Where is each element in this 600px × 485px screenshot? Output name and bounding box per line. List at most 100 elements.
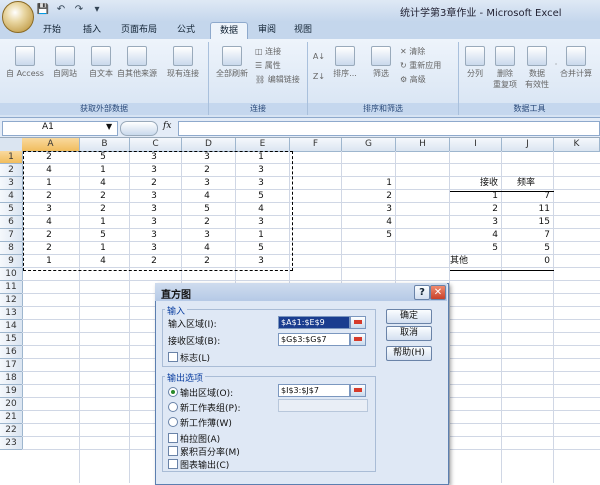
row-header-10[interactable]: 10 [0,268,23,281]
output-range-radio[interactable] [168,387,178,397]
tab-review[interactable]: 审阅 [252,22,282,39]
formula-bar-toggle[interactable] [120,121,158,136]
properties-button[interactable]: ☰ 属性 [255,60,305,71]
sort-desc-icon[interactable]: Z↓ [312,72,326,81]
from-web-button[interactable]: 自网站 [47,46,83,79]
new-worksheet-field[interactable] [278,399,368,412]
column-header-j[interactable]: J [502,138,554,152]
edit-links-button[interactable]: ⛓ 编辑链接 [255,74,305,85]
row-header-4[interactable]: 4 [0,190,23,203]
row-header-3[interactable]: 3 [0,177,23,190]
row-header-17[interactable]: 17 [0,359,23,372]
new-workbook-radio[interactable] [168,417,178,427]
output-header-frequency[interactable]: 频率 [502,177,553,190]
text-to-columns-button[interactable]: 分列 [462,46,488,79]
row-header-7[interactable]: 7 [0,229,23,242]
connections-button[interactable]: ◫ 连接 [255,46,305,57]
bin-range-collapse-button[interactable] [350,333,366,346]
column-header-b[interactable]: B [80,138,130,152]
row-header-13[interactable]: 13 [0,307,23,320]
row-header-22[interactable]: 22 [0,424,23,437]
office-button[interactable] [2,1,34,33]
input-range-collapse-button[interactable] [350,316,366,329]
input-range-field[interactable]: $A$1:$E$9 [278,316,350,329]
save-icon[interactable]: 💾 [36,3,50,17]
output-bin-cell[interactable]: 2 [450,203,501,216]
pareto-checkbox[interactable] [168,433,178,443]
bin-cell[interactable]: 1 [342,177,395,190]
output-header-bin[interactable]: 接收 [450,177,501,190]
output-frequency-cell[interactable]: 15 [502,216,553,229]
row-header-11[interactable]: 11 [0,281,23,294]
data-validation-button[interactable]: 数据 有效性 [522,46,552,90]
output-frequency-cell[interactable]: 5 [502,242,553,255]
undo-icon[interactable]: ↶ [54,3,68,17]
sort-asc-icon[interactable]: A↓ [312,52,326,61]
redo-icon[interactable]: ↷ [72,3,86,17]
output-bin-cell[interactable]: 3 [450,216,501,229]
clear-filter-button[interactable]: ✕ 清除 [400,46,455,57]
column-header-e[interactable]: E [236,138,290,152]
row-header-14[interactable]: 14 [0,320,23,333]
column-header-k[interactable]: K [554,138,600,152]
column-header-f[interactable]: F [290,138,342,152]
labels-checkbox[interactable] [168,352,178,362]
output-bin-cell[interactable]: 5 [450,242,501,255]
help-button[interactable]: 帮助(H) [386,346,432,361]
select-all-corner[interactable] [0,138,23,152]
tab-formulas[interactable]: 公式 [168,22,204,39]
reapply-button[interactable]: ↻ 重新应用 [400,60,455,71]
from-other-button[interactable]: 自其他来源 [114,46,160,79]
dialog-help-icon[interactable]: ? [414,285,430,300]
ok-button[interactable]: 确定 [386,309,432,324]
tab-insert[interactable]: 插入 [74,22,110,39]
cumulative-percent-checkbox[interactable] [168,446,178,456]
row-header-8[interactable]: 8 [0,242,23,255]
name-box[interactable] [2,121,118,136]
consolidate-button[interactable]: 合并计算 [556,46,596,79]
bin-range-field[interactable]: $G$3:$G$7 [278,333,350,346]
output-range-field[interactable]: $I$3:$J$7 [278,384,350,397]
insert-function-icon[interactable]: fx [163,121,171,131]
new-worksheet-radio[interactable] [168,402,178,412]
column-header-a[interactable]: A [22,138,80,152]
output-frequency-cell[interactable]: 11 [502,203,553,216]
row-header-2[interactable]: 2 [0,164,23,177]
bin-cell[interactable]: 5 [342,229,395,242]
bin-cell[interactable]: 3 [342,203,395,216]
column-header-g[interactable]: G [342,138,396,152]
row-header-12[interactable]: 12 [0,294,23,307]
qat-more-icon[interactable]: ▾ [90,3,104,17]
column-header-i[interactable]: I [450,138,502,152]
output-bin-cell[interactable]: 其他 [450,255,501,268]
output-bin-cell[interactable]: 4 [450,229,501,242]
row-header-15[interactable]: 15 [0,333,23,346]
filter-button[interactable]: 筛选 [366,46,396,79]
advanced-filter-button[interactable]: ⚙ 高级 [400,74,455,85]
tab-page-layout[interactable]: 页面布局 [114,22,164,39]
tab-home[interactable]: 开始 [34,22,70,39]
bin-cell[interactable]: 4 [342,216,395,229]
remove-duplicates-button[interactable]: 删除 重复项 [490,46,520,90]
sort-button[interactable]: 排序... [330,46,360,79]
output-frequency-cell[interactable]: 0 [502,255,553,268]
dialog-close-icon[interactable]: ✕ [430,285,446,300]
row-header-1[interactable]: 1 [0,151,23,164]
row-header-18[interactable]: 18 [0,372,23,385]
column-header-c[interactable]: C [130,138,182,152]
column-header-h[interactable]: H [396,138,450,152]
name-box-dropdown-icon[interactable]: ▼ [106,122,112,131]
chart-output-checkbox[interactable] [168,459,178,469]
row-header-23[interactable]: 23 [0,437,23,450]
tab-view[interactable]: 视图 [288,22,318,39]
row-header-5[interactable]: 5 [0,203,23,216]
dialog-title-bar[interactable] [155,283,447,301]
from-access-button[interactable]: 自 Access [5,46,45,79]
refresh-all-button[interactable]: 全部刷新 [212,46,252,79]
output-frequency-cell[interactable]: 7 [502,229,553,242]
column-header-d[interactable]: D [182,138,236,152]
row-header-16[interactable]: 16 [0,346,23,359]
cancel-button[interactable]: 取消 [386,326,432,341]
row-header-9[interactable]: 9 [0,255,23,268]
bin-cell[interactable]: 2 [342,190,395,203]
